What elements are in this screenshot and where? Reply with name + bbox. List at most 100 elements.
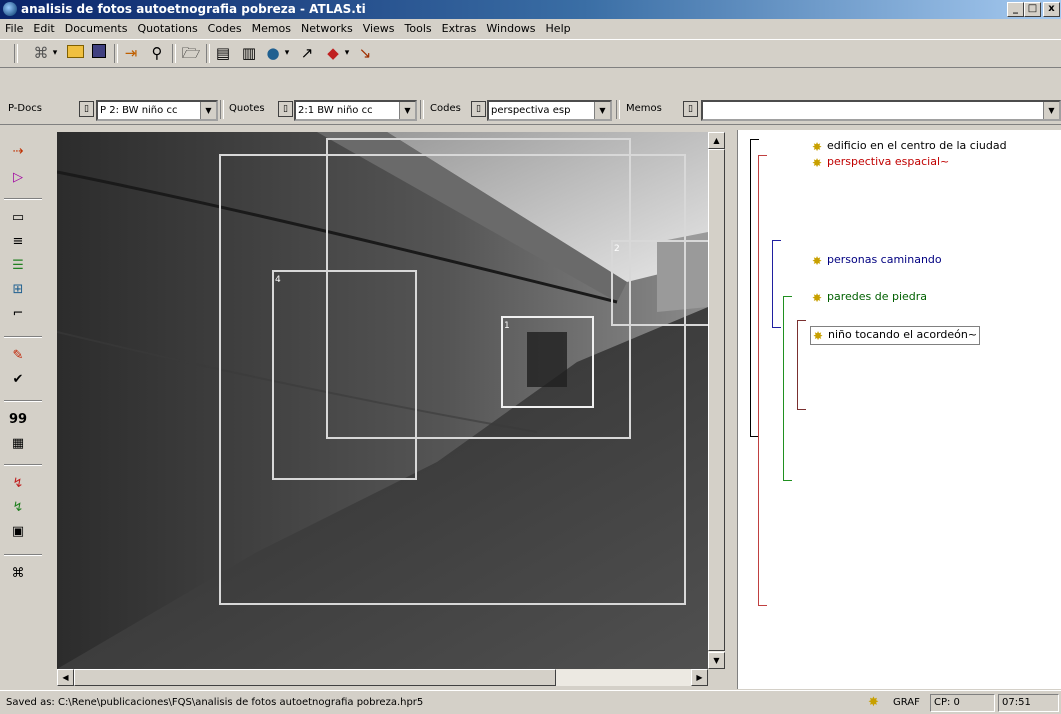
quotation-bracket-outer[interactable] bbox=[758, 155, 767, 606]
grid-icon[interactable]: ▦ bbox=[6, 434, 30, 454]
toolbar-separator bbox=[172, 44, 176, 63]
network-view-icon[interactable]: ⌘ bbox=[6, 564, 30, 584]
quotation-box-1[interactable] bbox=[501, 316, 594, 408]
horizontal-scrollbar[interactable]: ◀ ▶ bbox=[57, 669, 708, 686]
close-button[interactable]: x bbox=[1043, 2, 1060, 17]
create-quotation-icon[interactable]: ⇢ bbox=[6, 142, 30, 162]
title-bar: analisis de fotos autoetnografia pobreza… bbox=[0, 0, 1061, 19]
time-indicator: 07:51 bbox=[998, 694, 1059, 712]
codes-combo[interactable]: perspectiva esp ▼ bbox=[487, 100, 612, 121]
menu-help[interactable]: Help bbox=[541, 19, 576, 35]
scroll-left-icon[interactable]: ◀ bbox=[57, 669, 74, 686]
checkmark-icon[interactable]: ✔ bbox=[6, 370, 30, 390]
minimize-button[interactable]: _ bbox=[1007, 2, 1024, 17]
open-folder-icon[interactable] bbox=[64, 44, 86, 62]
table-icon[interactable]: ▥ bbox=[238, 44, 260, 62]
quotation-bracket-2[interactable] bbox=[772, 240, 781, 328]
cp-indicator: CP: 0 bbox=[930, 694, 995, 712]
link-arrow-icon[interactable]: ↗ bbox=[296, 44, 318, 62]
menu-views[interactable]: Views bbox=[358, 19, 400, 35]
margin-code-item[interactable]: ✸ perspectiva espacial~ bbox=[810, 155, 949, 170]
dropdown-arrow-icon[interactable]: ▾ bbox=[282, 44, 292, 62]
mode-indicator: GRAF bbox=[893, 697, 920, 708]
quotes-count-icon[interactable]: 99 bbox=[6, 410, 30, 430]
quotation-bracket-4[interactable] bbox=[783, 296, 792, 481]
quotes-list-icon[interactable]: ▯ bbox=[278, 101, 293, 117]
scroll-right-icon[interactable]: ▶ bbox=[691, 669, 708, 686]
pdocs-list-icon[interactable]: ▯ bbox=[79, 101, 94, 117]
codes-label: Codes bbox=[430, 103, 461, 114]
chevron-down-icon[interactable]: ▼ bbox=[1043, 102, 1059, 119]
scroll-down-icon[interactable]: ▼ bbox=[708, 652, 725, 669]
menu-codes[interactable]: Codes bbox=[203, 19, 247, 35]
horizontal-scroll-thumb[interactable] bbox=[74, 669, 556, 686]
menu-documents[interactable]: Documents bbox=[60, 19, 133, 35]
menu-memos[interactable]: Memos bbox=[247, 19, 296, 35]
saved-path-text: Saved as: C:\Rene\publicaciones\FQS\anal… bbox=[6, 697, 424, 708]
link-code-icon[interactable]: ↯ bbox=[6, 474, 30, 494]
menu-bar: File Edit Documents Quotations Codes Memos Net… bbox=[0, 19, 1061, 38]
margin-code-item[interactable]: ✸ edificio en el centro de la ciudad bbox=[810, 139, 1007, 154]
rectangle-icon[interactable]: ▭ bbox=[6, 208, 30, 228]
scroll-up-icon[interactable]: ▲ bbox=[708, 132, 725, 149]
left-toolbar: ⇢ ▷ ▭ ≡ ☰ ⊞ ⌐ ✎ ✔ 99 ▦ ↯ ↯ ▣ ⌘ bbox=[0, 128, 50, 688]
menu-tools[interactable]: Tools bbox=[400, 19, 437, 35]
code-list-icon[interactable]: ⊞ bbox=[6, 280, 30, 300]
code-star-icon: ✸ bbox=[868, 695, 879, 710]
memos-list-icon[interactable]: ▯ bbox=[683, 101, 698, 117]
quotation-bracket-1[interactable] bbox=[797, 320, 806, 410]
margin-code-item[interactable]: ✸ paredes de piedra bbox=[810, 290, 927, 305]
menu-quotations[interactable]: Quotations bbox=[132, 19, 202, 35]
maximize-button[interactable]: □ bbox=[1024, 2, 1041, 17]
image-document-pane[interactable]: 4 2 1 bbox=[57, 132, 708, 669]
vertical-scrollbar[interactable]: ▲ ▼ bbox=[708, 132, 725, 669]
dropdown-arrow-icon[interactable]: ▾ bbox=[50, 44, 60, 62]
tag-icon[interactable]: ▷ bbox=[6, 168, 30, 188]
status-bar: Saved as: C:\Rene\publicaciones\FQS\anal… bbox=[0, 690, 1061, 714]
memos-combo[interactable]: ▼ bbox=[701, 100, 1061, 121]
vertical-scroll-thumb[interactable] bbox=[708, 149, 725, 651]
edit-pencil-icon[interactable]: ✎ bbox=[6, 346, 30, 366]
chevron-down-icon[interactable]: ▼ bbox=[594, 102, 610, 119]
quotes-label: Quotes bbox=[229, 103, 265, 114]
menu-windows[interactable]: Windows bbox=[481, 19, 540, 35]
code-label: perspectiva espacial~ bbox=[827, 155, 950, 168]
quotation-box-4[interactable] bbox=[272, 270, 417, 480]
pdocs-combo[interactable]: P 2: BW niño cc ▼ bbox=[96, 100, 218, 121]
code-star-icon: ✸ bbox=[811, 156, 823, 170]
margin-code-item-selected[interactable]: ✸ niño tocando el acordeón~ bbox=[810, 326, 981, 345]
menu-extras[interactable]: Extras bbox=[437, 19, 482, 35]
folder-export-icon[interactable]: 🗁 bbox=[180, 44, 202, 62]
dropdown-arrow-icon[interactable]: ▾ bbox=[342, 44, 352, 62]
code-label: paredes de piedra bbox=[827, 290, 928, 303]
code-label: edificio en el centro de la ciudad bbox=[827, 139, 1007, 152]
atlas-app-icon[interactable] bbox=[3, 2, 17, 16]
relation-arrow-icon[interactable]: ↘ bbox=[354, 44, 376, 62]
margin-code-item[interactable]: ✸ personas caminando bbox=[810, 253, 942, 268]
code-star-icon: ✸ bbox=[811, 291, 823, 305]
window-title: analisis de fotos autoetnografia pobreza… bbox=[21, 2, 366, 16]
connector-icon[interactable]: ⌐ bbox=[6, 304, 30, 324]
codes-list-icon[interactable]: ▯ bbox=[471, 101, 486, 117]
chevron-down-icon[interactable]: ▼ bbox=[200, 102, 216, 119]
chevron-down-icon[interactable]: ▼ bbox=[399, 102, 415, 119]
code-tree-icon[interactable]: ☰ bbox=[6, 256, 30, 276]
film-icon[interactable]: ▣ bbox=[6, 522, 30, 542]
diamond-icon[interactable]: ◆ bbox=[322, 44, 344, 62]
globe-icon[interactable]: ● bbox=[262, 44, 284, 62]
menu-edit[interactable]: Edit bbox=[28, 19, 59, 35]
quotes-combo[interactable]: 2:1 BW niño cc ▼ bbox=[294, 100, 417, 121]
list-icon[interactable]: ▤ bbox=[212, 44, 234, 62]
quotation-box-2[interactable] bbox=[611, 240, 708, 326]
menu-file[interactable]: File bbox=[0, 19, 28, 35]
quotation-arrow-icon[interactable]: ⇥ bbox=[120, 44, 142, 62]
link-memo-icon[interactable]: ↯ bbox=[6, 498, 30, 518]
text-lines-icon[interactable]: ≡ bbox=[6, 232, 30, 252]
binoculars-icon[interactable]: ⚲ bbox=[146, 44, 168, 62]
save-icon[interactable] bbox=[88, 44, 110, 62]
network-icon[interactable]: ⌘ bbox=[30, 44, 52, 62]
menu-networks[interactable]: Networks bbox=[296, 19, 358, 35]
margin-area[interactable]: ✸ edificio en el centro de la ciudad ✸ per… bbox=[737, 130, 1061, 689]
code-star-icon: ✸ bbox=[811, 254, 823, 268]
codes-combo-value: perspectiva esp bbox=[491, 105, 571, 116]
